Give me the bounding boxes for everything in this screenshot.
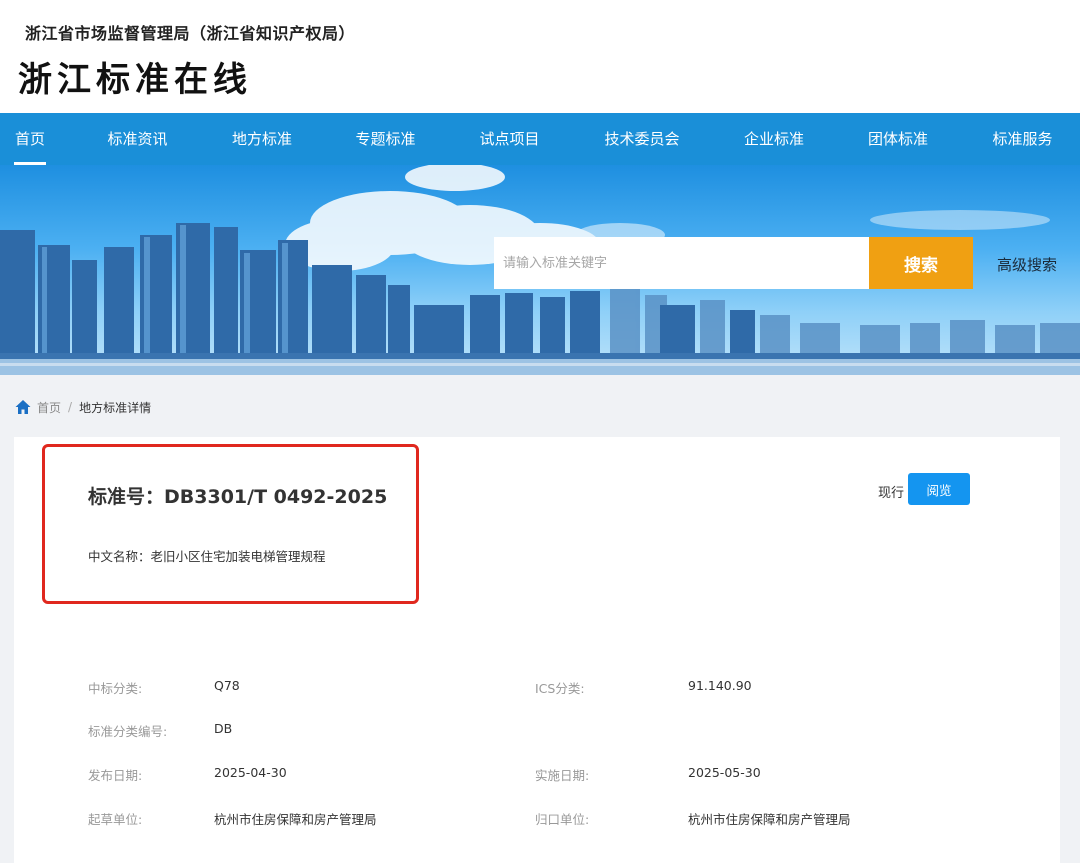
field-value-drafting-unit: 杭州市住房保障和房产管理局 xyxy=(214,812,377,827)
nav-item-news[interactable]: 标准资讯 xyxy=(60,113,215,165)
status-badge: 现行 xyxy=(878,486,905,501)
field-label-ccs: 中标分类: xyxy=(88,681,143,696)
site-title[interactable]: 浙江标准在线 xyxy=(18,52,252,101)
agency-name: 浙江省市场监督管理局（浙江省知识产权局） xyxy=(25,24,356,43)
field-label-effective-date: 实施日期: xyxy=(535,768,590,783)
hero-banner: 搜索 高级搜索 xyxy=(0,165,1080,375)
field-value-responsible-unit: 杭州市住房保障和房产管理局 xyxy=(688,812,851,827)
nav-item-topic-standards[interactable]: 专题标准 xyxy=(309,113,462,165)
field-value-category-code: DB xyxy=(214,721,233,736)
breadcrumb-current: 地方标准详情 xyxy=(79,400,152,415)
search-input[interactable] xyxy=(494,237,869,289)
nav-item-pilot-projects[interactable]: 试点项目 xyxy=(462,113,557,165)
nav-item-tech-committee[interactable]: 技术委员会 xyxy=(557,113,727,165)
breadcrumb: 首页 / 地方标准详情 xyxy=(14,397,151,417)
field-label-publish-date: 发布日期: xyxy=(88,768,143,783)
home-icon[interactable] xyxy=(14,398,32,416)
field-label-responsible-unit: 归口单位: xyxy=(535,812,590,827)
read-button[interactable]: 阅览 xyxy=(908,473,970,505)
site-header: 浙江省市场监督管理局（浙江省知识产权局） 浙江标准在线 xyxy=(0,0,1080,113)
standard-detail-card: 标准号：DB3301/T 0492-2025 中文名称：老旧小区住宅加装电梯管理… xyxy=(14,437,1060,863)
breadcrumb-home[interactable]: 首页 xyxy=(37,399,61,416)
breadcrumb-separator: / xyxy=(68,400,73,414)
nav-item-enterprise-standards[interactable]: 企业标准 xyxy=(727,113,821,165)
nav-item-group-standards[interactable]: 团体标准 xyxy=(821,113,975,165)
nav-item-local-standards[interactable]: 地方标准 xyxy=(215,113,309,165)
chinese-name: 中文名称：老旧小区住宅加装电梯管理规程 xyxy=(88,549,326,564)
search-button[interactable]: 搜索 xyxy=(869,237,973,289)
field-label-ics: ICS分类: xyxy=(535,681,585,696)
main-nav: 首页 标准资讯 地方标准 专题标准 试点项目 技术委员会 企业标准 团体标准 标… xyxy=(0,113,1080,165)
field-value-effective-date: 2025-05-30 xyxy=(688,765,761,780)
field-value-ics: 91.140.90 xyxy=(688,678,752,693)
advanced-search-link[interactable]: 高级搜索 xyxy=(997,254,1057,275)
highlight-box xyxy=(42,444,419,604)
standard-number: 标准号：DB3301/T 0492-2025 xyxy=(88,486,388,508)
nav-item-standard-services[interactable]: 标准服务 xyxy=(975,113,1070,165)
nav-item-home[interactable]: 首页 xyxy=(0,113,60,165)
field-label-drafting-unit: 起草单位: xyxy=(88,812,143,827)
field-value-ccs: Q78 xyxy=(214,678,240,693)
field-label-category-code: 标准分类编号: xyxy=(88,724,168,739)
field-value-publish-date: 2025-04-30 xyxy=(214,765,287,780)
